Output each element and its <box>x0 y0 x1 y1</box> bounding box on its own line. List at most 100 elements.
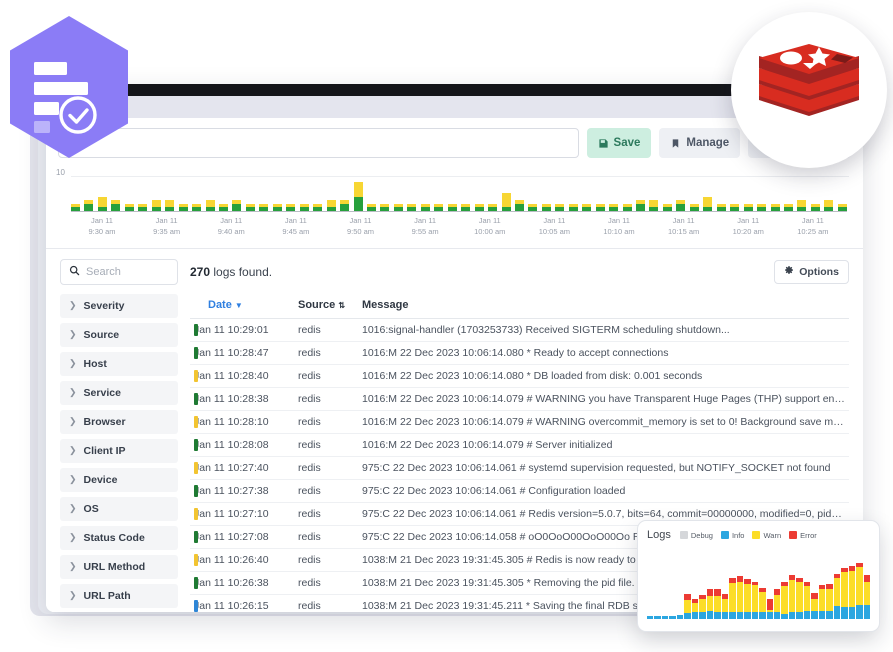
histogram-bar[interactable] <box>488 203 498 211</box>
inset-bar[interactable] <box>669 615 676 619</box>
facet-item-url-path[interactable]: ❯ URL Path <box>60 583 178 608</box>
histogram-bar[interactable] <box>797 200 807 211</box>
table-row[interactable]: Jan 11 10:28:10 redis 1016:M 22 Dec 2023 1… <box>190 410 849 434</box>
facet-search-input[interactable] <box>86 265 169 278</box>
histogram-bar[interactable] <box>84 200 94 211</box>
histogram-bar[interactable] <box>286 203 296 211</box>
table-row[interactable]: Jan 11 10:28:47 redis 1016:M 22 Dec 2023 1… <box>190 341 849 365</box>
histogram-bar[interactable] <box>151 200 161 211</box>
histogram-bar[interactable] <box>232 200 242 211</box>
table-row[interactable]: Jan 11 10:27:38 redis 975:C 22 Dec 2023 10… <box>190 479 849 503</box>
histogram-bar[interactable] <box>380 203 390 211</box>
facet-item-browser[interactable]: ❯ Browser <box>60 409 178 434</box>
options-button[interactable]: Options <box>774 259 849 284</box>
facet-item-device[interactable]: ❯ Device <box>60 467 178 492</box>
histogram-bar[interactable] <box>703 196 713 211</box>
histogram-bar[interactable] <box>313 203 323 211</box>
inset-bar[interactable] <box>863 574 871 619</box>
legend-item-info[interactable]: Info <box>720 531 744 540</box>
histogram-bar[interactable] <box>595 203 605 211</box>
inset-bar[interactable] <box>676 615 684 619</box>
inset-bar[interactable] <box>654 615 661 619</box>
histogram-bar[interactable] <box>541 203 551 211</box>
histogram-bar[interactable] <box>716 203 726 211</box>
histogram-bar[interactable] <box>353 182 363 211</box>
histogram-bar[interactable] <box>568 203 578 211</box>
inset-bar[interactable] <box>826 583 833 619</box>
histogram-bar[interactable] <box>824 200 834 211</box>
inset-bar[interactable] <box>766 598 773 619</box>
histogram-bar[interactable] <box>447 203 457 211</box>
histogram-bar[interactable] <box>837 203 847 211</box>
histogram-bar[interactable] <box>407 203 417 211</box>
save-button[interactable]: Save <box>586 128 652 158</box>
histogram-bar[interactable] <box>299 203 309 211</box>
inset-bar[interactable] <box>699 594 706 619</box>
legend-item-error[interactable]: Error <box>789 531 817 540</box>
query-input[interactable] <box>58 128 579 158</box>
legend-item-debug[interactable]: Debug <box>679 531 713 540</box>
table-row[interactable]: Jan 11 10:28:38 redis 1016:M 22 Dec 2023 1… <box>190 387 849 411</box>
facet-item-client-ip[interactable]: ❯ Client IP <box>60 438 178 463</box>
histogram-bar[interactable] <box>676 200 686 211</box>
histogram-bar[interactable] <box>743 203 753 211</box>
histogram-bar[interactable] <box>366 203 376 211</box>
inset-bar[interactable] <box>818 584 826 619</box>
facet-item-service[interactable]: ❯ Service <box>60 380 178 405</box>
histogram-bar[interactable] <box>272 203 282 211</box>
histogram-bar[interactable] <box>757 203 767 211</box>
histogram-bar[interactable] <box>111 200 121 211</box>
inset-bar[interactable] <box>684 594 691 619</box>
table-row[interactable]: Jan 11 10:28:08 redis 1016:M 22 Dec 2023 1… <box>190 433 849 457</box>
histogram-bar[interactable] <box>555 203 565 211</box>
inset-bar[interactable] <box>848 565 856 619</box>
inset-chart-bars[interactable] <box>647 545 871 619</box>
manage-button[interactable]: Manage <box>659 128 741 158</box>
inset-bar[interactable] <box>781 581 788 619</box>
histogram-bar[interactable] <box>689 203 699 211</box>
histogram-bar[interactable] <box>770 203 780 211</box>
histogram-bar[interactable] <box>218 203 228 211</box>
histogram-bar[interactable] <box>622 203 632 211</box>
facet-item-host[interactable]: ❯ Host <box>60 351 178 376</box>
histogram-bar[interactable] <box>245 203 255 211</box>
histogram-bar[interactable] <box>326 200 336 211</box>
inset-bar[interactable] <box>744 579 751 619</box>
histogram-bar[interactable] <box>730 203 740 211</box>
inset-bar[interactable] <box>788 575 796 619</box>
histogram-bar[interactable] <box>138 203 148 211</box>
histogram-bar[interactable] <box>810 203 820 211</box>
inset-bar[interactable] <box>773 589 781 619</box>
facet-item-status-code[interactable]: ❯ Status Code <box>60 525 178 550</box>
legend-item-warn[interactable]: Warn <box>752 531 781 540</box>
histogram-bar[interactable] <box>178 203 188 211</box>
histogram-bar[interactable] <box>662 203 672 211</box>
inset-bar[interactable] <box>796 577 803 619</box>
inset-bar[interactable] <box>647 615 654 619</box>
facet-search-box[interactable] <box>60 258 178 285</box>
histogram-bar[interactable] <box>514 200 524 211</box>
table-row[interactable]: Jan 11 10:29:01 redis 1016:signal-handler … <box>190 318 849 342</box>
histogram-bar[interactable] <box>609 203 619 211</box>
inset-bar[interactable] <box>729 577 736 619</box>
column-header-source[interactable]: Source ⇅ <box>294 293 358 319</box>
table-row[interactable]: Jan 11 10:28:40 redis 1016:M 22 Dec 2023 1… <box>190 364 849 388</box>
histogram-bar[interactable] <box>393 203 403 211</box>
facet-item-source[interactable]: ❯ Source <box>60 322 178 347</box>
inset-bar[interactable] <box>714 588 721 619</box>
histogram-bar[interactable] <box>97 196 107 211</box>
histogram-bar[interactable] <box>340 200 350 211</box>
inset-bar[interactable] <box>759 587 766 619</box>
histogram-bar[interactable] <box>259 203 269 211</box>
facet-item-os[interactable]: ❯ OS <box>60 496 178 521</box>
inset-bar[interactable] <box>841 567 848 619</box>
histogram-bar[interactable] <box>649 200 659 211</box>
inset-bar[interactable] <box>751 581 759 619</box>
inset-bar[interactable] <box>691 598 699 619</box>
histogram-bar[interactable] <box>434 203 444 211</box>
histogram-bar[interactable] <box>474 203 484 211</box>
histogram-bar[interactable] <box>205 200 215 211</box>
histogram-bar[interactable] <box>784 203 794 211</box>
histogram-bar[interactable] <box>165 200 175 211</box>
histogram-bar[interactable] <box>124 203 134 211</box>
